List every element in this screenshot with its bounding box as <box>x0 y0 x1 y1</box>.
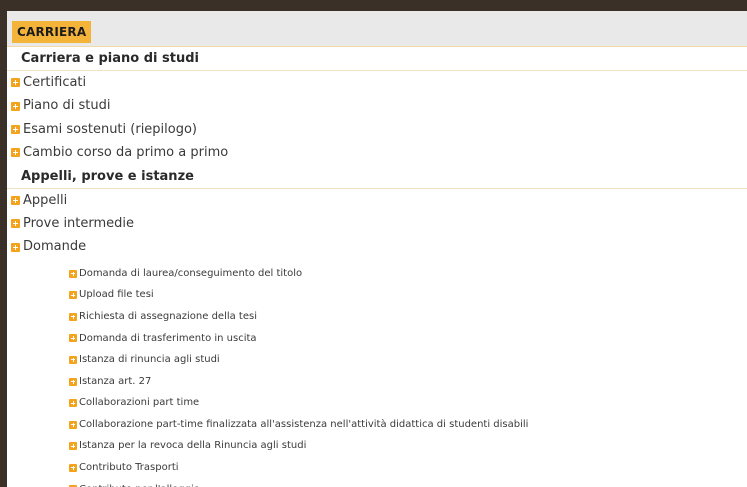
submenu-item[interactable]: Collaborazione part-time finalizzata all… <box>7 414 747 436</box>
submenu-item[interactable]: Domanda di trasferimento in uscita <box>7 328 747 350</box>
submenu-item[interactable]: Istanza di rinuncia agli studi <box>7 349 747 371</box>
plus-square-icon[interactable] <box>11 148 20 158</box>
submenu-item-label[interactable]: Contributo per l'alloggio <box>79 479 200 487</box>
menu-item-esami-sostenuti[interactable]: Esami sostenuti (riepilogo) <box>7 118 747 141</box>
plus-square-icon[interactable] <box>11 242 20 252</box>
submenu-item-label[interactable]: Upload file tesi <box>79 284 154 306</box>
section-title-appelli: Appelli, prove e istanze <box>7 165 747 189</box>
submenu-item-label[interactable]: Domanda di laurea/conseguimento del tito… <box>79 263 302 285</box>
panel-header: CARRIERA <box>7 11 747 47</box>
submenu-item[interactable]: Collaborazioni part time <box>7 392 747 414</box>
submenu-item[interactable]: Istanza art. 27 <box>7 371 747 393</box>
menu-item-domande[interactable]: Domande <box>7 235 747 258</box>
panel-title: CARRIERA <box>12 21 92 43</box>
menu-item-label[interactable]: Appelli <box>23 189 67 212</box>
plus-square-icon[interactable] <box>69 355 77 364</box>
menu-item-certificati[interactable]: Certificati <box>7 71 747 94</box>
plus-square-icon[interactable] <box>69 463 77 472</box>
plus-square-icon[interactable] <box>11 101 20 111</box>
plus-square-icon[interactable] <box>11 124 20 134</box>
menu-item-prove-intermedie[interactable]: Prove intermedie <box>7 212 747 235</box>
plus-square-icon[interactable] <box>69 334 77 343</box>
menu-item-label[interactable]: Domande <box>23 235 86 258</box>
submenu-item[interactable]: Istanza per la revoca della Rinuncia agl… <box>7 435 747 457</box>
menu-item-label[interactable]: Esami sostenuti (riepilogo) <box>23 118 197 141</box>
menu-item-label[interactable]: Piano di studi <box>23 94 110 117</box>
menu-item-label[interactable]: Prove intermedie <box>23 212 134 235</box>
submenu-item[interactable]: Contributo Trasporti <box>7 457 747 479</box>
submenu-item[interactable]: Contributo per l'alloggio <box>7 479 747 487</box>
section-title-carriera: Carriera e piano di studi <box>7 47 747 71</box>
plus-square-icon[interactable] <box>11 78 20 88</box>
menu-item-cambio-corso[interactable]: Cambio corso da primo a primo <box>7 141 747 164</box>
plus-square-icon[interactable] <box>69 269 77 278</box>
submenu-item[interactable]: Richiesta di assegnazione della tesi <box>7 306 747 328</box>
submenu-item-label[interactable]: Istanza di rinuncia agli studi <box>79 349 220 371</box>
plus-square-icon[interactable] <box>11 219 20 229</box>
menu-item-label[interactable]: Certificati <box>23 71 86 94</box>
submenu-item-label[interactable]: Contributo Trasporti <box>79 457 179 479</box>
submenu-item-label[interactable]: Istanza per la revoca della Rinuncia agl… <box>79 435 306 457</box>
menu-item-piano-studi[interactable]: Piano di studi <box>7 94 747 117</box>
plus-square-icon[interactable] <box>69 420 77 429</box>
menu-item-appelli[interactable]: Appelli <box>7 189 747 212</box>
plus-square-icon[interactable] <box>11 195 20 205</box>
submenu-item[interactable]: Upload file tesi <box>7 284 747 306</box>
submenu-item[interactable]: Domanda di laurea/conseguimento del tito… <box>7 263 747 285</box>
plus-square-icon[interactable] <box>69 291 77 300</box>
submenu-item-label[interactable]: Collaborazione part-time finalizzata all… <box>79 414 528 436</box>
career-panel: CARRIERA Carriera e piano di studi Certi… <box>7 11 747 487</box>
plus-square-icon[interactable] <box>69 312 77 321</box>
submenu-item-label[interactable]: Domanda di trasferimento in uscita <box>79 328 257 350</box>
menu-item-label[interactable]: Cambio corso da primo a primo <box>23 141 228 164</box>
plus-square-icon[interactable] <box>69 399 77 408</box>
submenu-item-label[interactable]: Richiesta di assegnazione della tesi <box>79 306 257 328</box>
submenu-item-label[interactable]: Istanza art. 27 <box>79 371 151 393</box>
plus-square-icon[interactable] <box>69 377 77 386</box>
submenu-item-label[interactable]: Collaborazioni part time <box>79 392 199 414</box>
plus-square-icon[interactable] <box>69 442 77 451</box>
